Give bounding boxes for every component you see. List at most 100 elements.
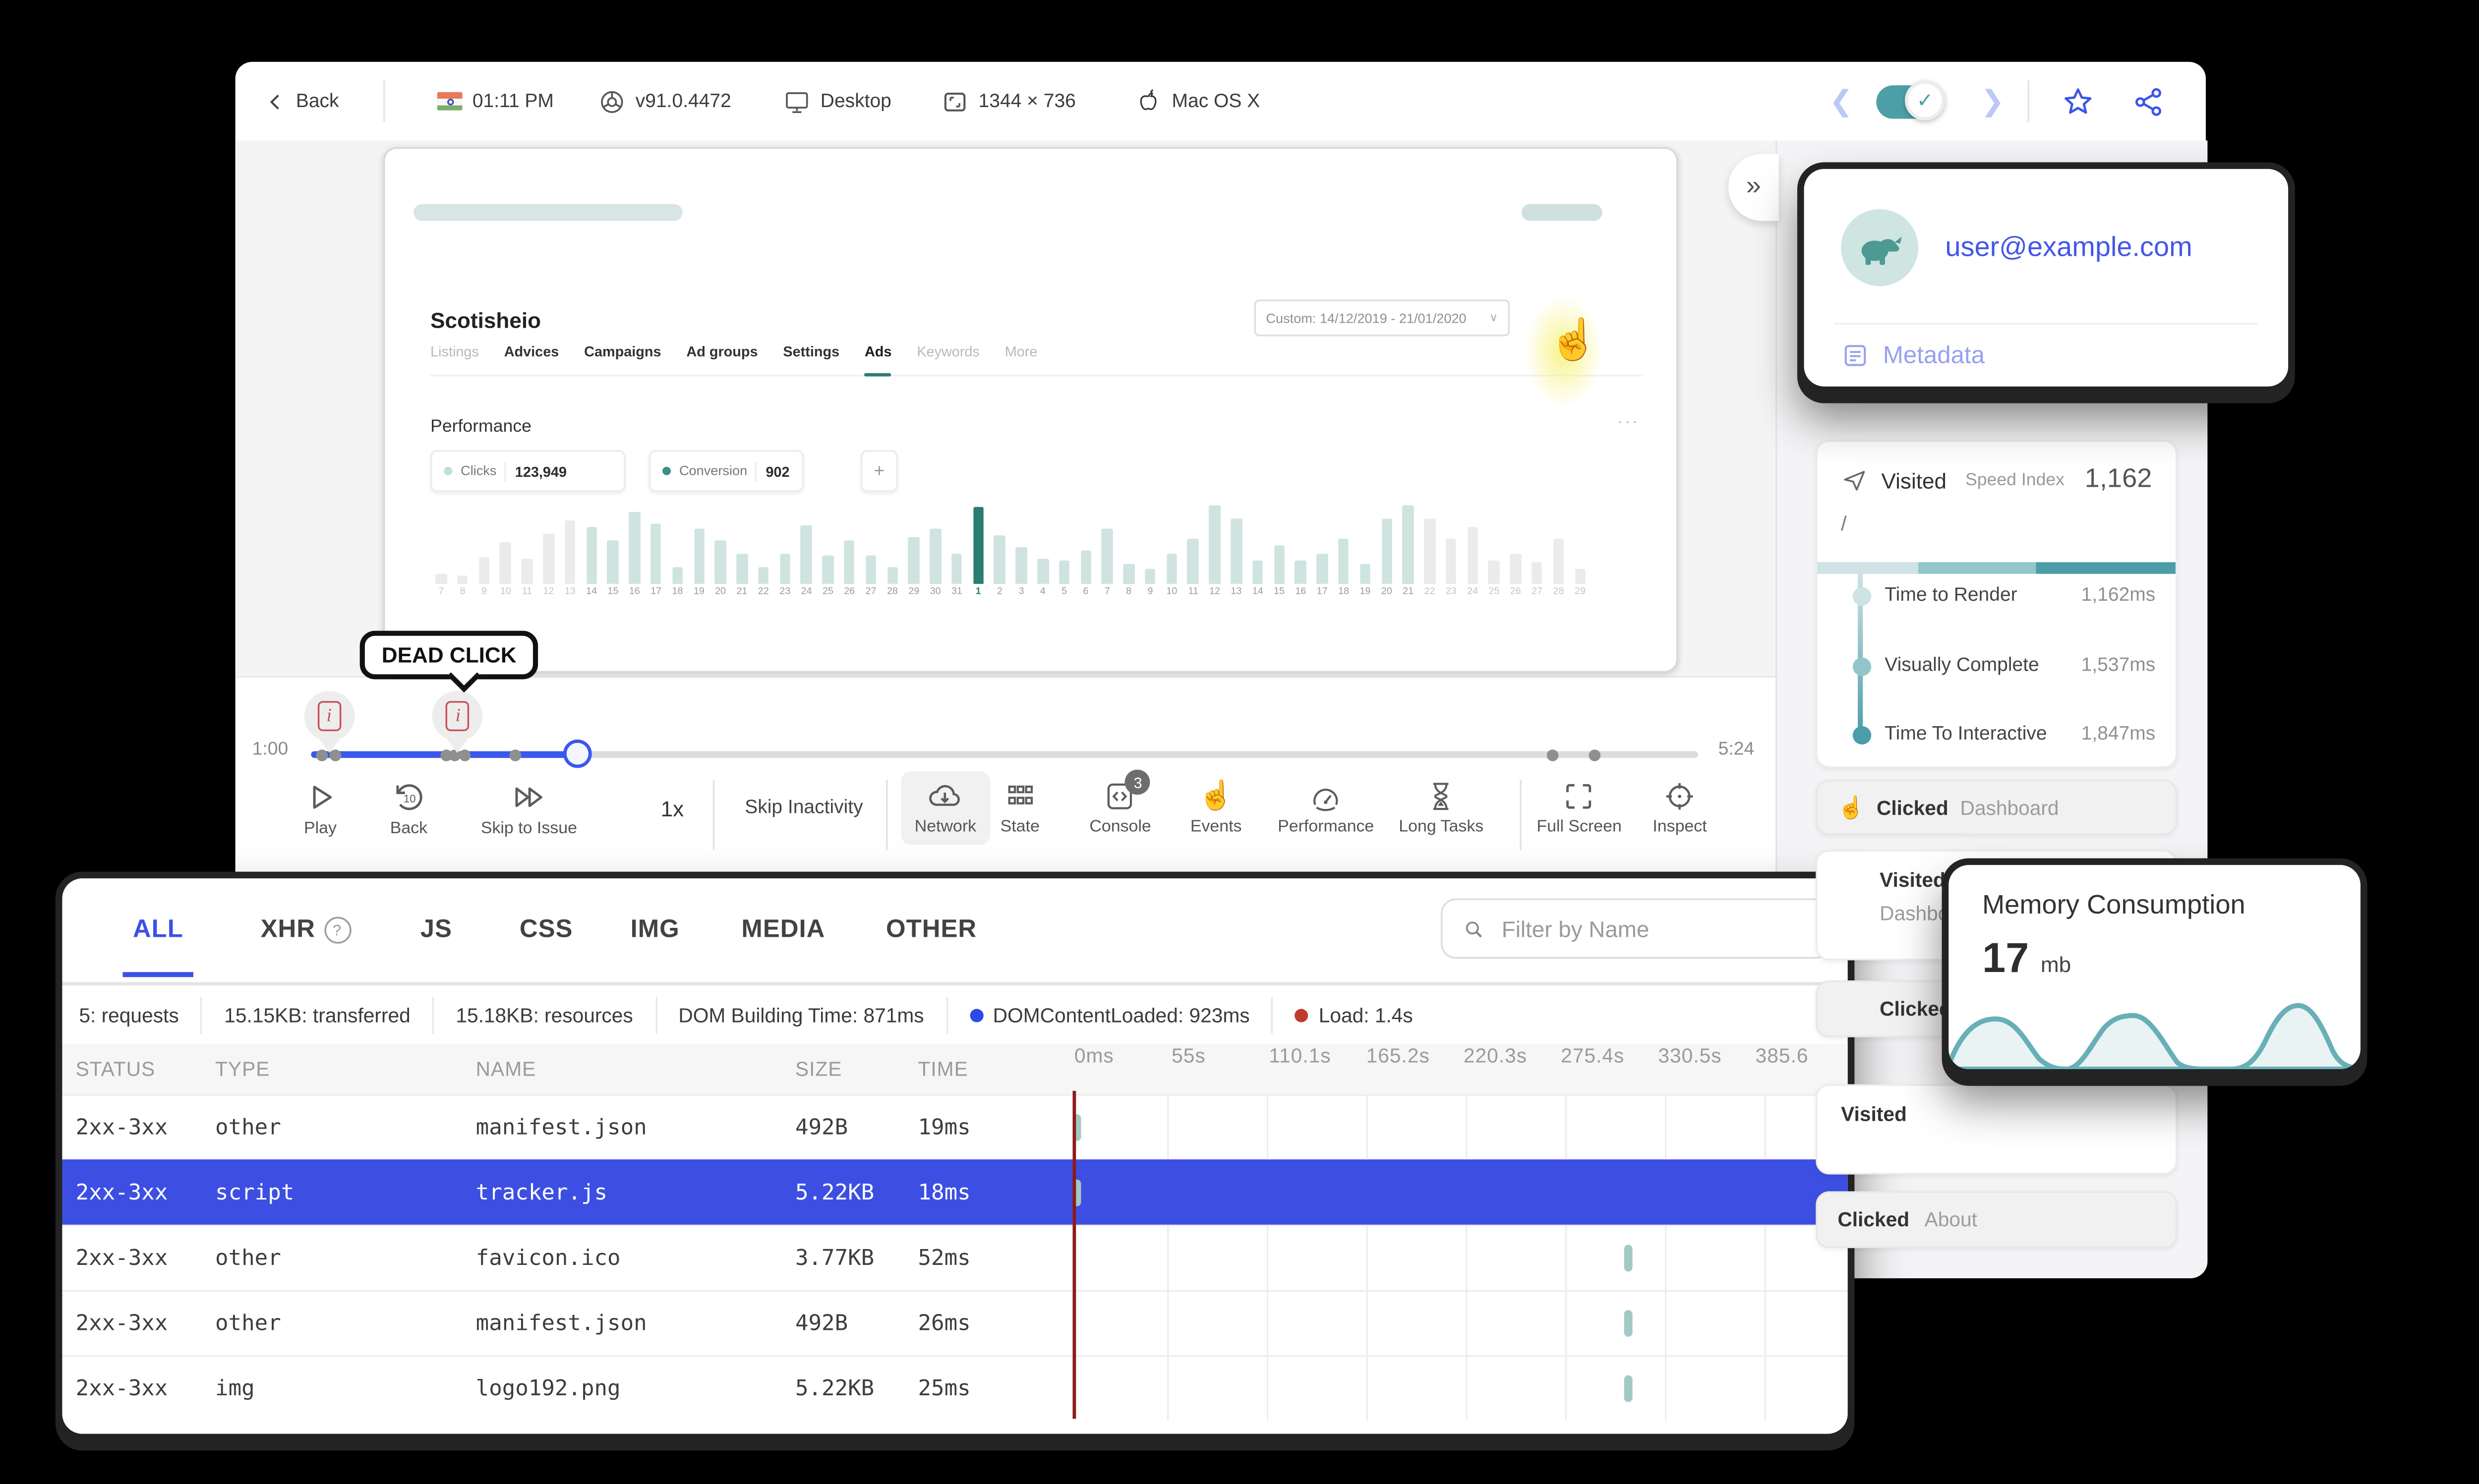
event-type-label: Visited	[1881, 467, 1947, 493]
cell-status: 2xx-3xx	[75, 1376, 168, 1401]
event-visited[interactable]: Visited	[1816, 1084, 2178, 1175]
network-cloud-icon	[930, 785, 960, 806]
add-metric-button[interactable]: +	[861, 450, 898, 492]
full-screen-button[interactable]: Full Screen	[1536, 780, 1622, 837]
network-panel-button[interactable]: Network	[901, 771, 990, 845]
session-local-time: 01:11 PM	[437, 62, 554, 141]
tab-img[interactable]: IMG	[631, 915, 680, 943]
timeline-event-dot[interactable]	[509, 748, 521, 761]
timeline-track[interactable]	[311, 739, 1698, 768]
issue-marker[interactable]: i	[303, 691, 354, 742]
rhino-avatar-icon	[1861, 236, 1902, 265]
chart-bar	[1445, 538, 1457, 584]
next-session-button[interactable]: ❯	[1981, 62, 2005, 141]
site-tab-settings[interactable]: Settings	[783, 343, 839, 360]
chart-bar	[478, 557, 490, 584]
speed-index-value: 1,162	[2084, 465, 2152, 494]
table-row[interactable]: 2xx-3xx other favicon.ico 3.77KB 52ms	[62, 1224, 1848, 1290]
india-flag-icon	[437, 92, 463, 111]
performance-gauge-icon	[1313, 789, 1338, 811]
metadata-list-icon	[1844, 345, 1866, 366]
chart-x-label: 17	[1316, 587, 1328, 598]
chart-x-label: 20	[1381, 587, 1392, 598]
event-clicked-dashboard[interactable]: ☝ Clicked Dashboard	[1816, 779, 2178, 835]
more-menu-icon[interactable]: ···	[1617, 413, 1639, 432]
help-icon[interactable]: ?	[324, 916, 351, 944]
os-label: Mac OS X	[1172, 91, 1260, 112]
divider	[1834, 323, 2258, 325]
date-range-select[interactable]: Custom: 14/12/2019 - 21/01/2020 ∨	[1254, 299, 1510, 337]
device-label: Desktop	[820, 91, 891, 112]
chart-bar	[1424, 518, 1435, 584]
events-panel-button[interactable]: ☝ Events	[1190, 780, 1242, 837]
tab-css[interactable]: CSS	[520, 915, 573, 943]
back-10s-button[interactable]: 10 Back	[390, 780, 427, 838]
site-tab-listings[interactable]: Listings	[430, 343, 479, 360]
resources-stat: 15.18KB: resources	[434, 996, 657, 1033]
network-filter[interactable]	[1441, 898, 1831, 959]
timeline-event-dot[interactable]	[1588, 748, 1600, 761]
placeholder-bar	[413, 204, 683, 221]
long-tasks-panel-button[interactable]: Long Tasks	[1399, 780, 1483, 837]
site-tab-ad-groups[interactable]: Ad groups	[686, 343, 758, 360]
cursor-hand-icon: ☝	[1548, 318, 1599, 363]
milestone-dot	[1852, 586, 1872, 605]
favorite-button[interactable]	[2061, 62, 2095, 141]
divider	[505, 460, 507, 481]
event-clicked-about[interactable]: Clicked About	[1816, 1191, 2178, 1249]
timeline-event-dot[interactable]	[1546, 748, 1559, 761]
performance-bar-chart: 7 8 9 10 11 12 13 14 15 16 17 18 19 20 21 22 23 24 25 26 27 2…	[430, 504, 1591, 607]
user-email[interactable]: user@example.com	[1945, 232, 2192, 264]
events-hand-icon: ☝	[1198, 779, 1234, 812]
table-row[interactable]: 2xx-3xx img logo192.png 5.22KB 25ms	[62, 1355, 1848, 1421]
table-row[interactable]: 2xx-3xx script tracker.js 5.22KB 18ms	[62, 1159, 1848, 1225]
skip-to-issue-button[interactable]: Skip to Issue	[481, 780, 577, 838]
timeline-scrubber-handle[interactable]	[564, 739, 592, 768]
site-tab-ads[interactable]: Ads	[864, 343, 892, 377]
performance-panel-button[interactable]: Performance	[1278, 780, 1374, 837]
metadata-button[interactable]: Metadata	[1841, 342, 1985, 370]
table-row[interactable]: 2xx-3xx other manifest.json 492B 19ms	[62, 1094, 1848, 1160]
table-row[interactable]: 2xx-3xx other manifest.json 492B 26ms	[62, 1290, 1848, 1356]
skip-inactivity-button[interactable]: Skip Inactivity	[745, 798, 863, 818]
chevron-right-icon: ❯	[1980, 85, 2005, 117]
prev-session-button[interactable]: ❮	[1829, 62, 1853, 141]
chart-x-label: 3	[1018, 587, 1024, 598]
chart-bar	[522, 559, 533, 584]
site-tab-advices[interactable]: Advices	[504, 343, 559, 360]
playback-speed-button[interactable]: 1x	[661, 797, 684, 822]
issue-marker[interactable]: i	[432, 691, 483, 742]
chart-bar	[607, 539, 619, 584]
tab-xhr[interactable]: XHR?	[261, 915, 351, 944]
state-panel-button[interactable]: State	[1001, 780, 1040, 837]
autoplay-toggle[interactable]: ✓	[1876, 80, 1946, 121]
chart-x-label: 31	[951, 587, 962, 598]
metric-card-conversion[interactable]: Conversion 902	[649, 450, 804, 492]
play-button[interactable]: Play	[302, 780, 338, 838]
tab-js[interactable]: JS	[420, 915, 452, 943]
share-button[interactable]	[2132, 62, 2166, 141]
back-button[interactable]: Back	[266, 62, 339, 141]
filter-by-name-input[interactable]	[1498, 914, 1809, 943]
cell-type: other	[215, 1311, 281, 1336]
waterfall-scale: 0ms 55s 110.1s 165.2s 220.3s 275.4s 330.5s 385.…	[1069, 1044, 1848, 1094]
cell-size: 492B	[795, 1311, 848, 1336]
site-tab-keywords[interactable]: Keywords	[917, 343, 980, 360]
toggle-knob: ✓	[1905, 80, 1946, 121]
visited-speed-index-card[interactable]: Visited Speed Index 1,162 / Time to Rend…	[1816, 440, 2178, 768]
milestone-dot	[1852, 656, 1872, 676]
cell-size: 492B	[795, 1115, 848, 1141]
site-tab-campaigns[interactable]: Campaigns	[584, 343, 661, 360]
chart-bar	[1231, 518, 1242, 584]
chevron-down-icon: ∨	[1489, 313, 1498, 325]
milestone-dot	[1852, 725, 1872, 744]
tab-media[interactable]: MEDIA	[741, 915, 825, 943]
inspect-button[interactable]: Inspect	[1653, 780, 1707, 837]
console-panel-button[interactable]: 3 Console	[1089, 769, 1151, 837]
site-tab-more[interactable]: More	[1005, 343, 1038, 360]
tab-other[interactable]: OTHER	[886, 915, 977, 943]
load-phase-segment	[1817, 562, 1918, 574]
metric-card-clicks[interactable]: Clicks 123,949	[430, 450, 626, 492]
inspect-target-icon	[1666, 783, 1693, 810]
tab-all[interactable]: ALL	[122, 915, 194, 977]
